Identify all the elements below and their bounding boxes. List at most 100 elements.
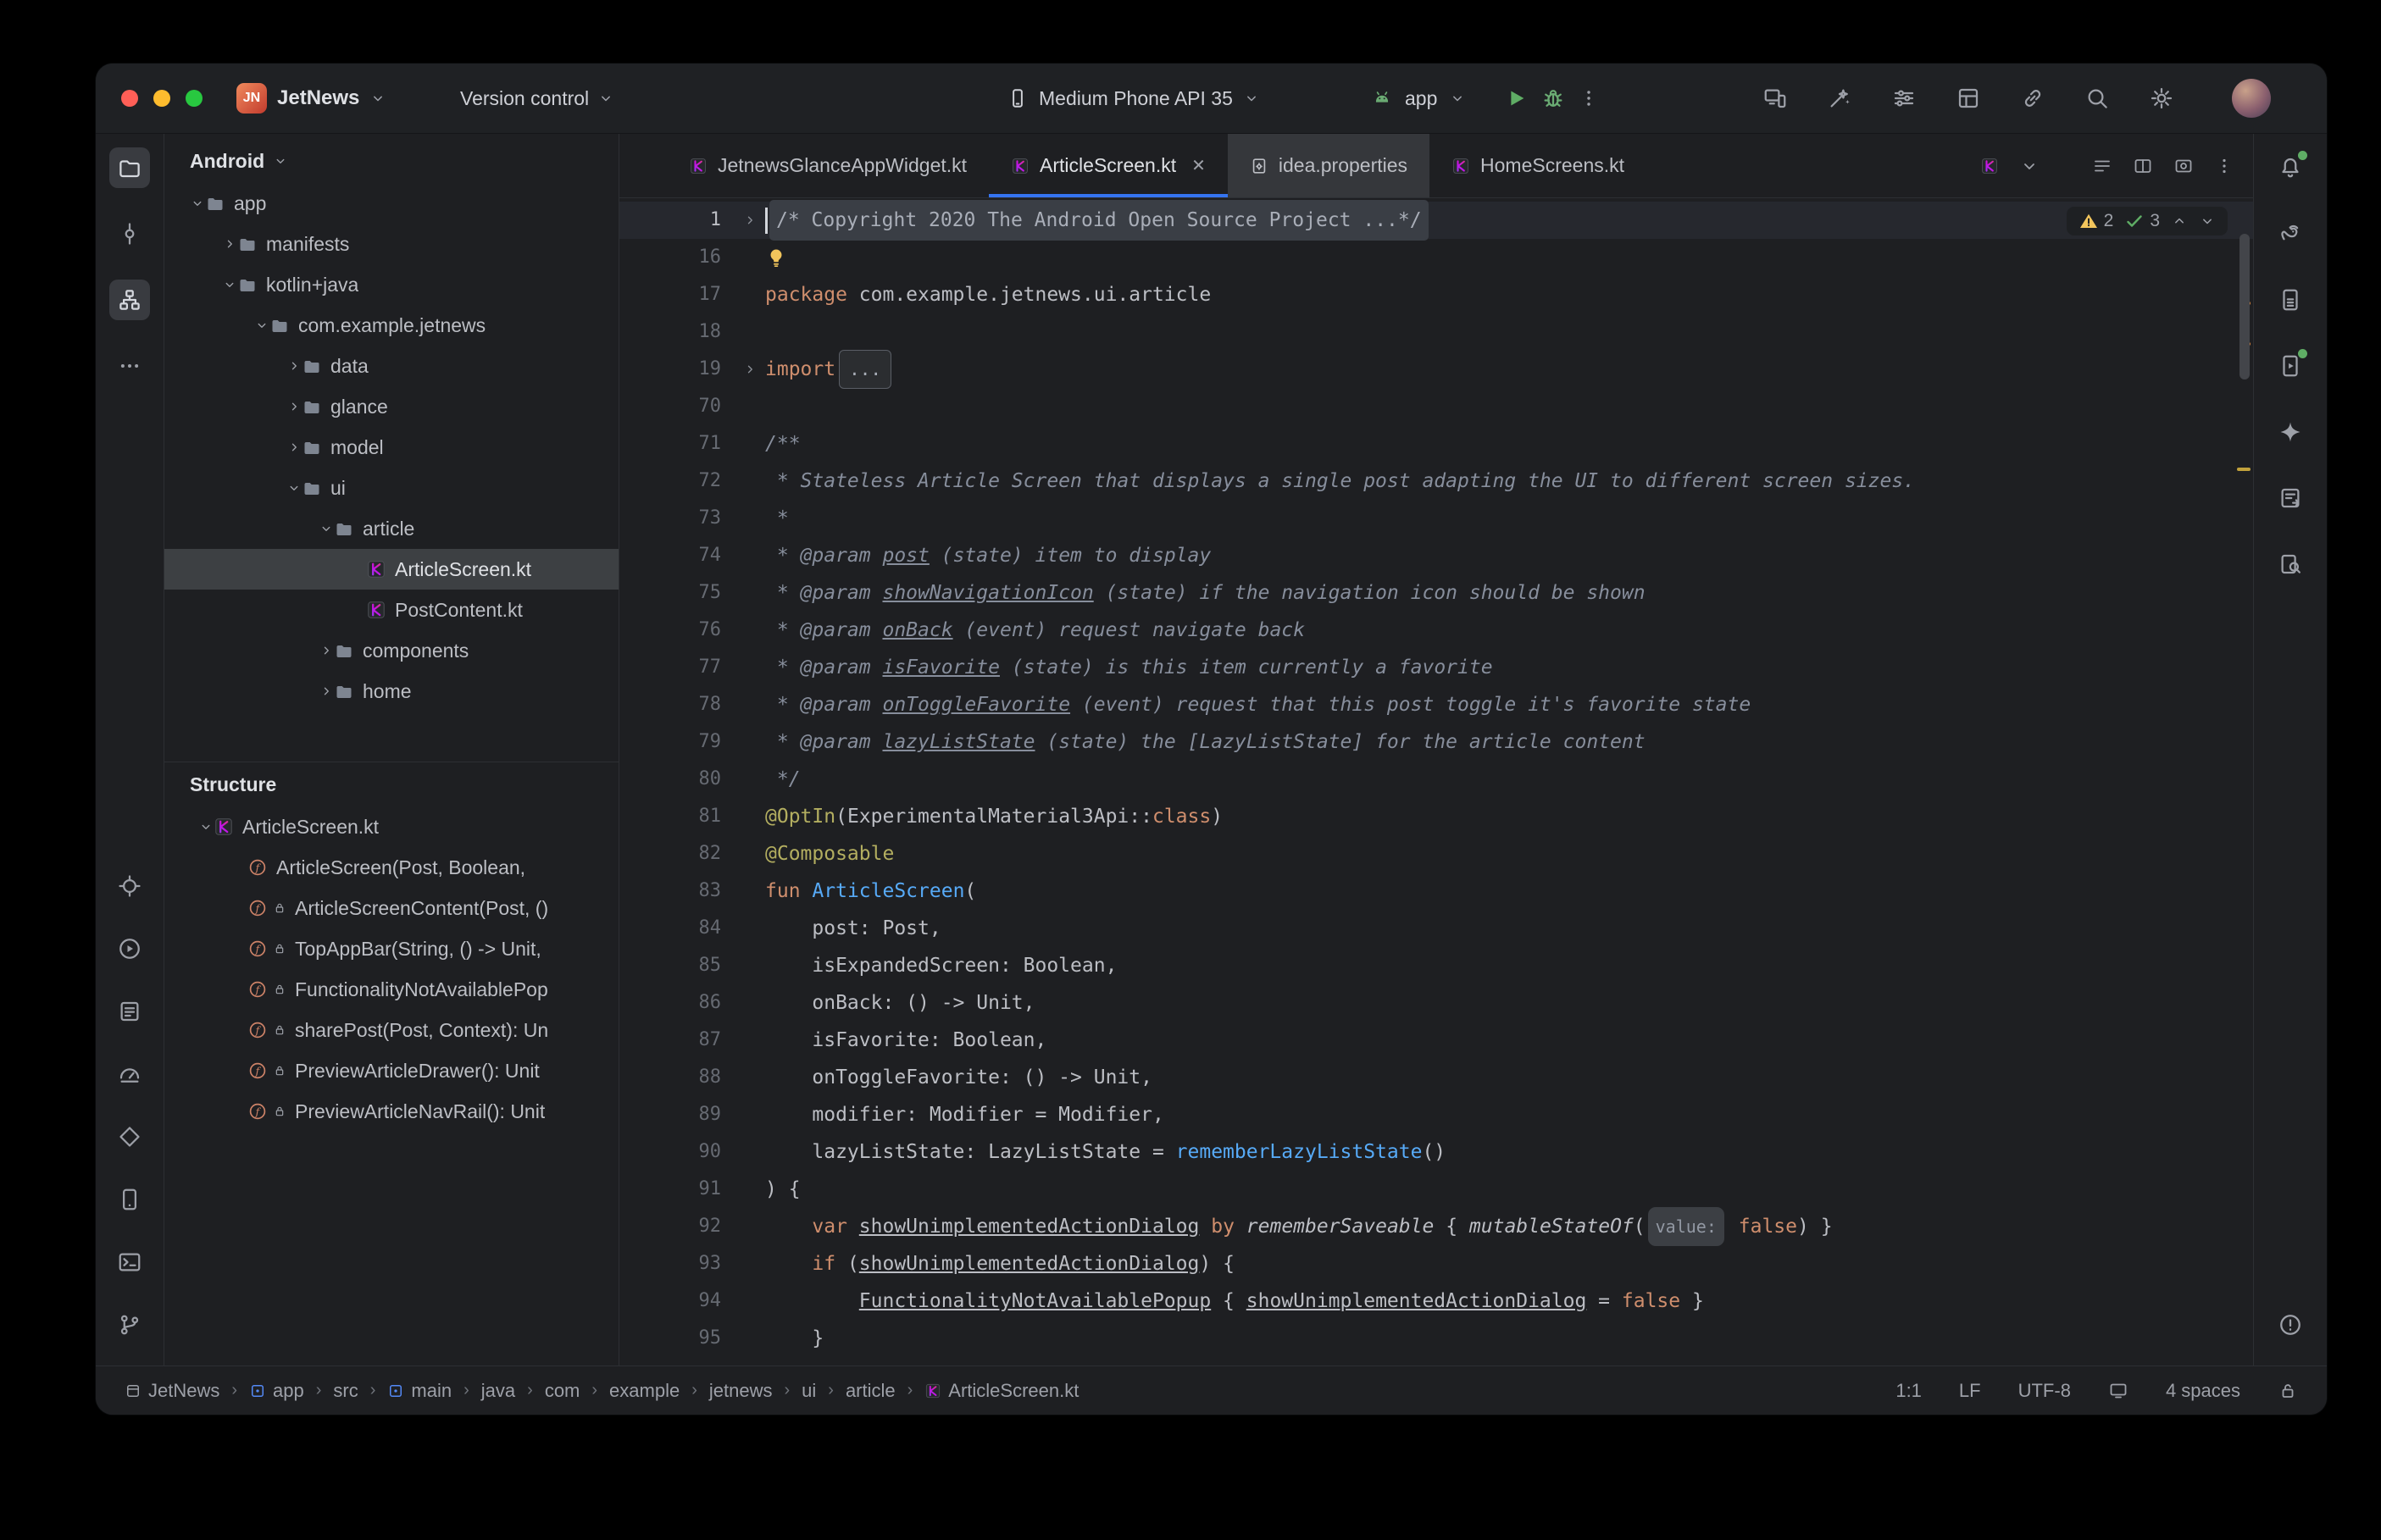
project-item-article[interactable]: article (164, 508, 619, 549)
line-number[interactable]: 94 (619, 1282, 735, 1320)
chevron-down-icon[interactable] (190, 196, 205, 211)
line-number[interactable]: 88 (619, 1059, 735, 1096)
chevron-down-icon[interactable] (319, 521, 334, 536)
file-encoding[interactable]: UTF-8 (2018, 1380, 2071, 1402)
code-line-94[interactable]: 94 FunctionalityNotAvailablePopup { show… (619, 1282, 2253, 1320)
code-line-72[interactable]: 72 * Stateless Article Screen that displ… (619, 463, 2253, 500)
chevron-right-icon[interactable] (286, 399, 302, 414)
emulator-icon[interactable] (109, 1179, 150, 1220)
tab-jetnewsglanceappwidget-kt[interactable]: JetnewsGlanceAppWidget.kt (667, 134, 989, 197)
code-line-75[interactable]: 75 * @param showNavigationIcon (state) i… (619, 574, 2253, 612)
chevron-right-icon[interactable] (286, 358, 302, 374)
project-item-app[interactable]: app (164, 183, 619, 224)
code-line-80[interactable]: 80 */ (619, 761, 2253, 798)
line-number[interactable]: 92 (619, 1208, 735, 1245)
breadcrumb-article[interactable]: article (846, 1380, 896, 1402)
project-item-home[interactable]: home (164, 671, 619, 712)
tab-homescreens-kt[interactable]: HomeScreens.kt (1429, 134, 1646, 197)
commit-icon[interactable] (109, 213, 150, 254)
code-line-78[interactable]: 78 * @param onToggleFavorite (event) req… (619, 686, 2253, 723)
line-number[interactable]: 86 (619, 984, 735, 1022)
screenshot-icon[interactable] (2173, 156, 2194, 176)
structure-item-articlescreen-kt[interactable]: ArticleScreen.kt (164, 806, 619, 847)
line-number[interactable]: 90 (619, 1133, 735, 1171)
project-item-ui[interactable]: ui (164, 468, 619, 508)
run-config-icon[interactable] (1371, 87, 1393, 109)
line-number[interactable]: 87 (619, 1022, 735, 1059)
device-selector[interactable]: Medium Phone API 35 (1007, 64, 1260, 133)
profiler-icon[interactable] (109, 1054, 150, 1094)
device-explorer-icon[interactable] (2270, 280, 2311, 320)
project-widget[interactable]: JN JetNews (236, 64, 386, 133)
project-view-selector[interactable]: Android (164, 139, 619, 183)
line-number[interactable]: 76 (619, 612, 735, 649)
line-number[interactable]: 77 (619, 649, 735, 686)
logcat-icon[interactable] (109, 991, 150, 1032)
find-tool-icon[interactable] (2270, 544, 2311, 584)
line-number[interactable]: 72 (619, 463, 735, 500)
line-number[interactable]: 82 (619, 835, 735, 872)
close-window-button[interactable] (121, 90, 138, 107)
terminal-icon[interactable] (109, 1242, 150, 1282)
code-line-18[interactable]: 18 (619, 313, 2253, 351)
code-line-1[interactable]: 1/* Copyright 2020 The Android Open Sour… (619, 202, 2253, 239)
display-settings-icon[interactable] (1891, 86, 1917, 111)
line-number[interactable]: 93 (619, 1245, 735, 1282)
search-icon[interactable] (2084, 86, 2110, 111)
version-control-icon[interactable] (109, 1305, 150, 1345)
inspections-widget[interactable]: 2 3 (2067, 207, 2228, 235)
breadcrumb-articlescreen-kt[interactable]: ArticleScreen.kt (924, 1380, 1079, 1402)
breadcrumb-com[interactable]: com (545, 1380, 580, 1402)
breadcrumb-java[interactable]: java (481, 1380, 515, 1402)
run-button[interactable] (1503, 86, 1529, 111)
device-manager-icon[interactable] (1762, 86, 1788, 111)
structure-item-functionalitynotavailablepop[interactable]: fFunctionalityNotAvailablePop (164, 969, 619, 1010)
code-assist-icon[interactable] (1827, 86, 1852, 111)
recent-file-kotlin-icon[interactable] (1980, 157, 1999, 175)
remote-dev-icon[interactable] (2020, 86, 2045, 111)
chevron-right-icon[interactable] (286, 440, 302, 455)
code-line-91[interactable]: 91) { (619, 1171, 2253, 1208)
project-item-postcontent-kt[interactable]: PostContent.kt (164, 590, 619, 630)
code-line-71[interactable]: 71/** (619, 425, 2253, 463)
chevron-down-icon[interactable] (254, 318, 269, 333)
code-line-92[interactable]: 92 var showUnimplementedActionDialog by … (619, 1208, 2253, 1245)
structure-icon[interactable] (109, 280, 150, 320)
avatar[interactable] (2232, 79, 2271, 118)
code-line-93[interactable]: 93 if (showUnimplementedActionDialog) { (619, 1245, 2253, 1282)
line-number[interactable]: 16 (619, 239, 735, 276)
line-number[interactable]: 84 (619, 910, 735, 947)
running-devices-icon[interactable] (2270, 346, 2311, 386)
minimize-window-button[interactable] (153, 90, 170, 107)
project-item-kotlin-java[interactable]: kotlin+java (164, 264, 619, 305)
project-item-com-example-jetnews[interactable]: com.example.jetnews (164, 305, 619, 346)
gradle-icon[interactable] (2270, 213, 2311, 254)
line-number[interactable]: 78 (619, 686, 735, 723)
editor-scrollbar[interactable] (2239, 234, 2250, 379)
breadcrumb-main[interactable]: main (387, 1380, 452, 1402)
structure-item-articlescreen-post-boolean[interactable]: fArticleScreen(Post, Boolean, (164, 847, 619, 888)
next-issue-button[interactable] (2199, 213, 2216, 230)
line-number[interactable]: 70 (619, 388, 735, 425)
fold-marker[interactable] (735, 213, 765, 228)
problems-icon[interactable] (2270, 1305, 2311, 1345)
line-number[interactable]: 95 (619, 1320, 735, 1357)
chevron-down-icon[interactable] (222, 277, 237, 292)
line-number[interactable]: 1 (619, 202, 735, 239)
project-item-model[interactable]: model (164, 427, 619, 468)
close-tab-icon[interactable]: ✕ (1191, 155, 1206, 176)
caret-position[interactable]: 1:1 (1895, 1380, 1922, 1402)
code-line-90[interactable]: 90 lazyListState: LazyListState = rememb… (619, 1133, 2253, 1171)
chevron-right-icon[interactable] (319, 643, 334, 658)
vcs-widget[interactable]: Version control (460, 64, 614, 133)
project-icon[interactable] (109, 147, 150, 188)
code-line-79[interactable]: 79 * @param lazyListState (state) the [L… (619, 723, 2253, 761)
split-editor-icon[interactable] (2133, 156, 2153, 176)
indent-style[interactable]: 4 spaces (2166, 1380, 2240, 1402)
more-icon[interactable] (109, 346, 150, 386)
settings-icon[interactable] (2149, 86, 2174, 111)
line-number[interactable]: 17 (619, 276, 735, 313)
line-number[interactable]: 81 (619, 798, 735, 835)
ai-assistant-icon[interactable] (2270, 412, 2311, 452)
warnings-indicator[interactable]: 2 (2079, 211, 2114, 231)
